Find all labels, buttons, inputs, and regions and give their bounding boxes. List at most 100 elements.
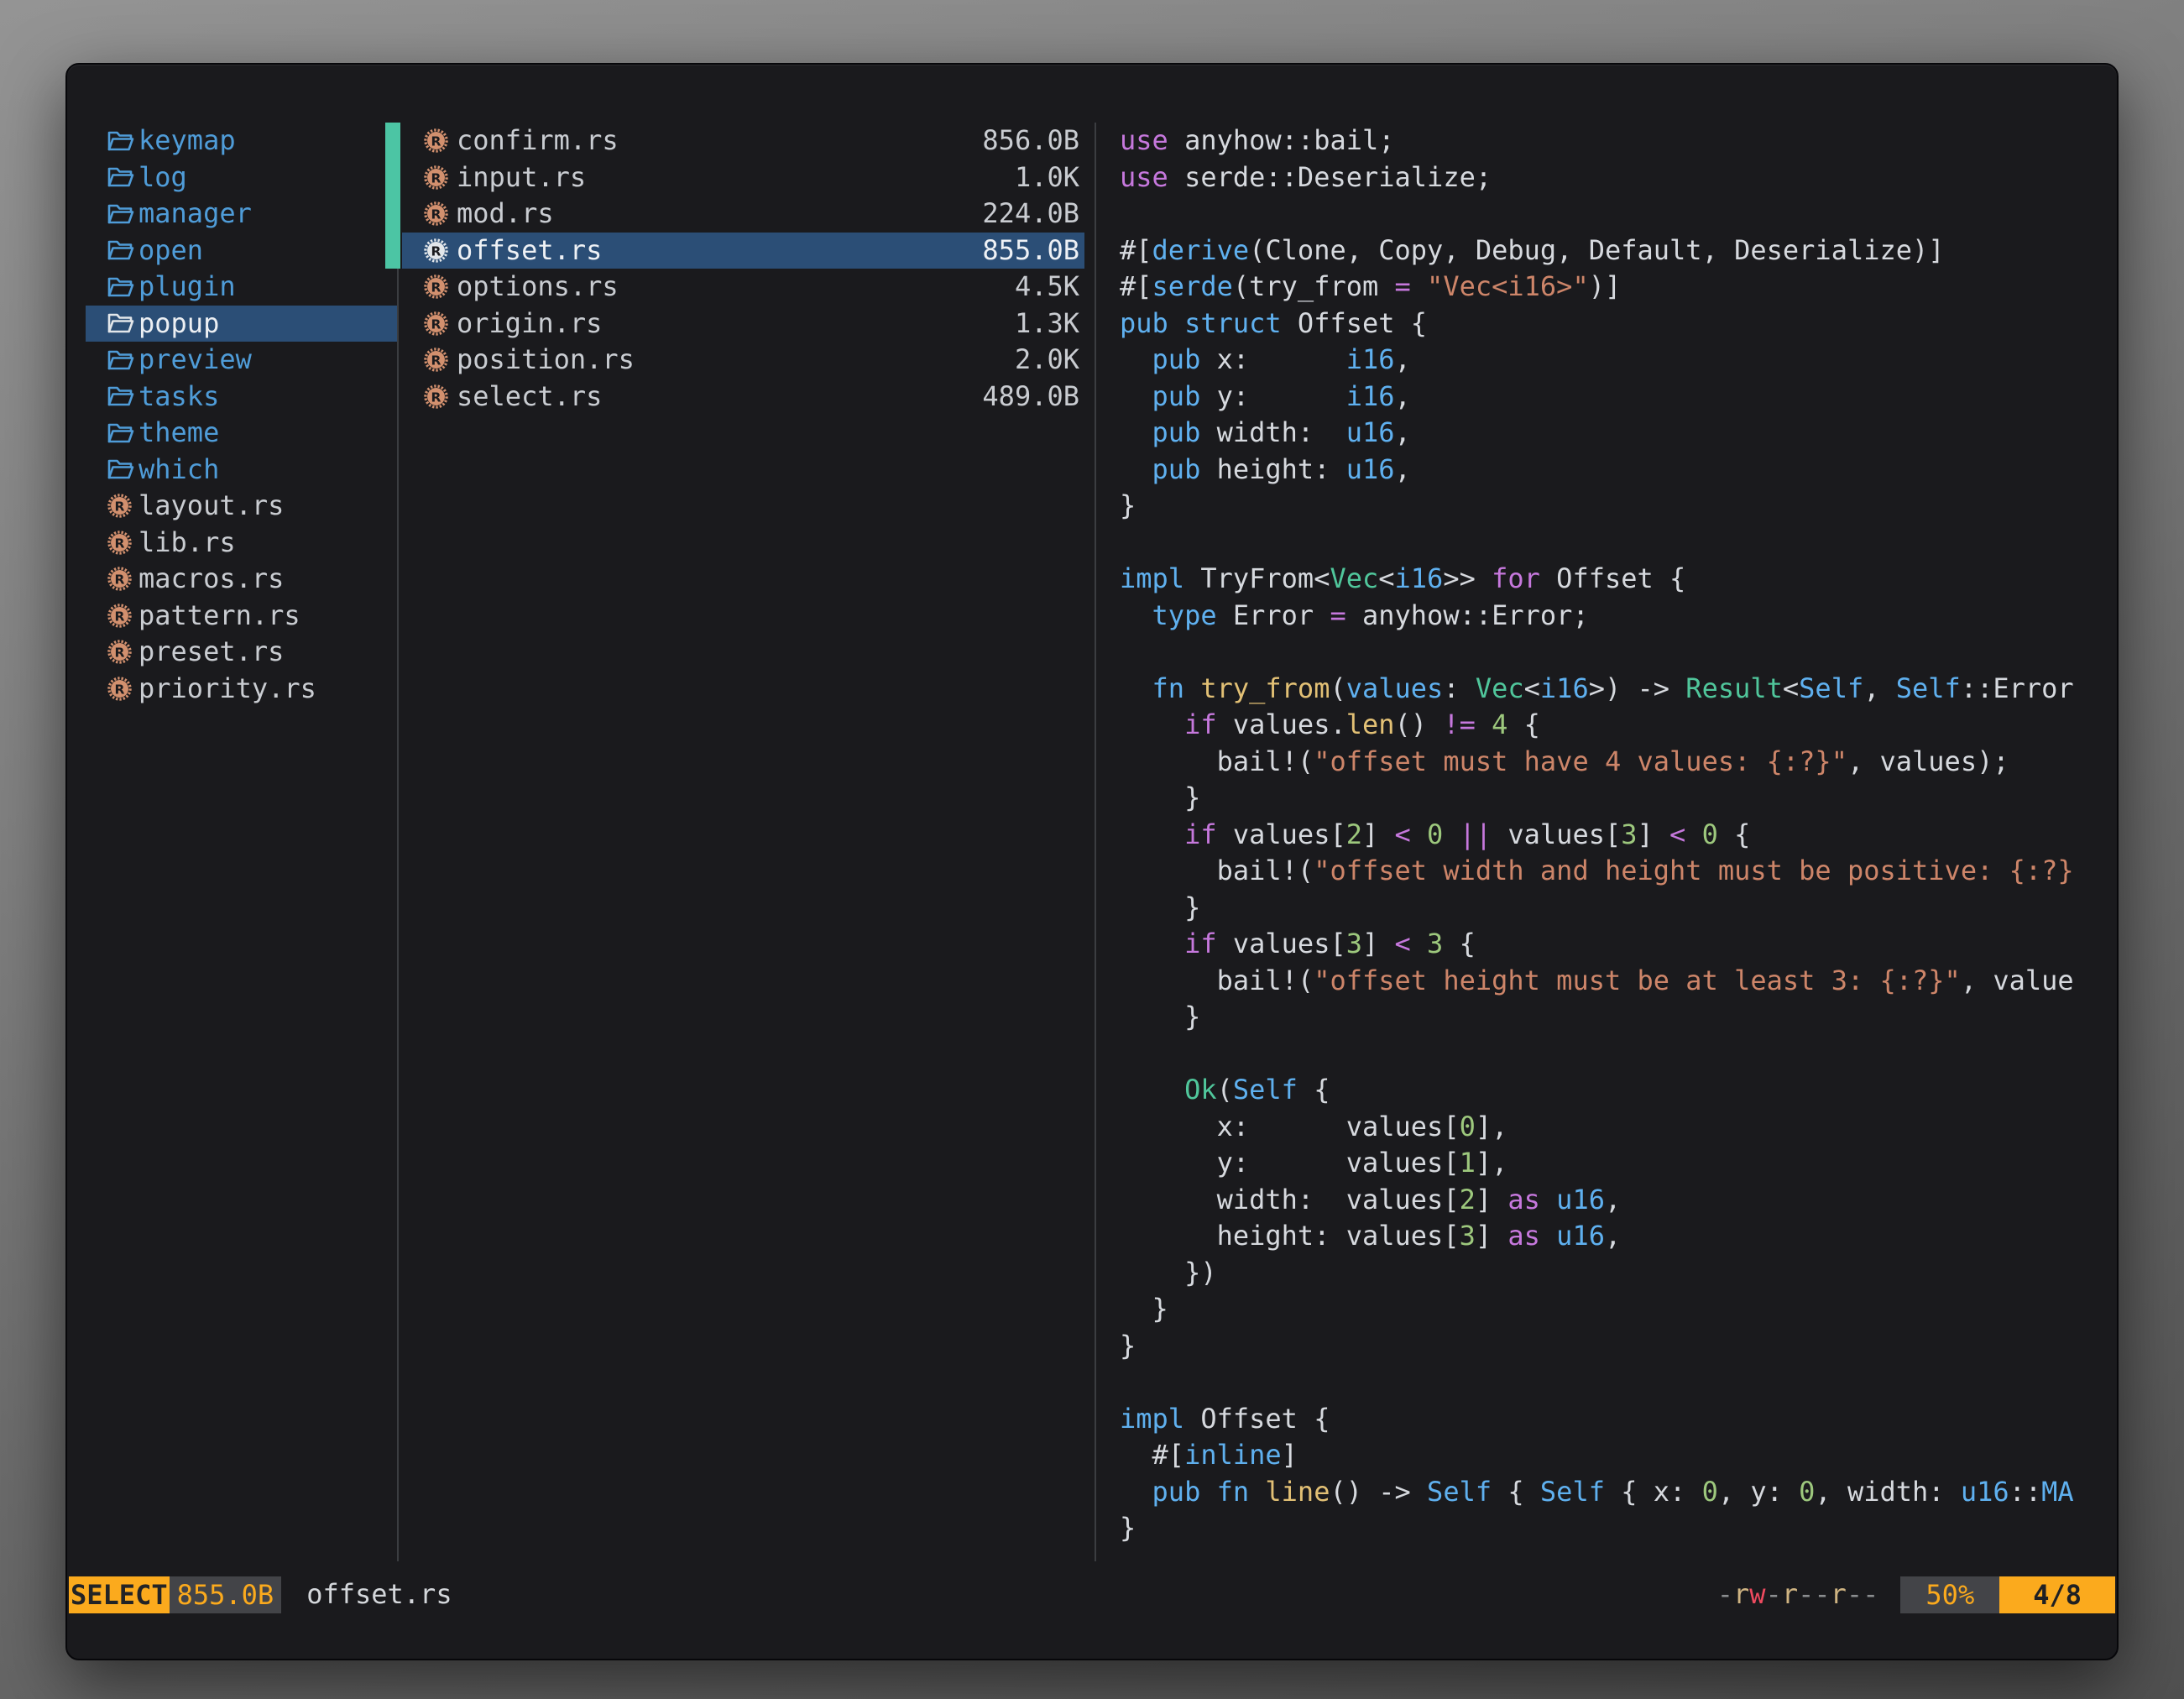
code-token: , bbox=[1395, 380, 1411, 412]
file-row-input-rs[interactable]: Rinput.rs1.0K bbox=[402, 159, 1084, 196]
file-row-offset-rs[interactable]: Roffset.rs855.0B bbox=[402, 233, 1084, 269]
rust-file-icon: R bbox=[107, 566, 137, 592]
code-line: width: values[2] as u16, bbox=[1120, 1182, 2117, 1219]
permission-char: r bbox=[1831, 1578, 1847, 1610]
file-row-origin-rs[interactable]: Rorigin.rs1.3K bbox=[402, 306, 1084, 342]
permission-char: r bbox=[1782, 1578, 1798, 1610]
parent-item-preset-rs[interactable]: Rpreset.rs bbox=[86, 634, 397, 671]
parent-item-label: open bbox=[138, 233, 203, 269]
code-token: < bbox=[1783, 672, 1799, 704]
folder-open-icon bbox=[107, 457, 137, 482]
code-token: 3 bbox=[1460, 1220, 1476, 1252]
parent-item-open[interactable]: open bbox=[86, 233, 397, 269]
permission-char: w bbox=[1749, 1578, 1765, 1610]
parent-item-popup[interactable]: popup bbox=[86, 306, 397, 342]
svg-text:R: R bbox=[431, 207, 442, 222]
code-token: (try_from bbox=[1233, 270, 1395, 302]
code-token: = bbox=[1395, 270, 1411, 302]
rust-file-icon: R bbox=[423, 238, 453, 264]
parent-item-label: preset.rs bbox=[138, 634, 284, 671]
parent-item-manager[interactable]: manager bbox=[86, 196, 397, 233]
parent-item-tasks[interactable]: tasks bbox=[86, 379, 397, 416]
code-token: fn bbox=[1152, 672, 1185, 704]
code-token: 0 bbox=[1460, 1111, 1476, 1142]
parent-item-macros-rs[interactable]: Rmacros.rs bbox=[86, 561, 397, 598]
code-token: , values); bbox=[1847, 745, 2009, 777]
code-token: 0 bbox=[1799, 1476, 1815, 1508]
code-token: , y: bbox=[1718, 1476, 1799, 1508]
code-line: bail!("offset must have 4 values: {:?}",… bbox=[1120, 744, 2117, 781]
code-token: values. bbox=[1217, 708, 1346, 740]
file-row-options-rs[interactable]: Roptions.rs4.5K bbox=[402, 269, 1084, 306]
parent-item-preview[interactable]: preview bbox=[86, 342, 397, 379]
code-token: i16 bbox=[1346, 343, 1395, 375]
code-line: } bbox=[1120, 1291, 2117, 1328]
code-line: if values.len() != 4 { bbox=[1120, 707, 2117, 744]
parent-item-plugin[interactable]: plugin bbox=[86, 269, 397, 306]
code-token: Ok bbox=[1184, 1074, 1217, 1106]
file-size: 1.3K bbox=[1015, 306, 1079, 342]
code-token: bail!( bbox=[1120, 745, 1314, 777]
code-token bbox=[1120, 672, 1152, 704]
parent-item-pattern-rs[interactable]: Rpattern.rs bbox=[86, 598, 397, 635]
selection-marker bbox=[385, 233, 400, 269]
code-token: line bbox=[1265, 1476, 1330, 1508]
rust-file-icon: R bbox=[423, 128, 453, 154]
code-line: fn try_from(values: Vec<i16>) -> Result<… bbox=[1120, 671, 2117, 708]
code-token: u16 bbox=[1961, 1476, 2009, 1508]
file-permissions: -rw-r--r-- bbox=[1717, 1576, 1879, 1613]
rust-file-icon: R bbox=[107, 493, 137, 519]
code-line bbox=[1120, 634, 2117, 671]
parent-item-theme[interactable]: theme bbox=[86, 415, 397, 452]
file-row-position-rs[interactable]: Rposition.rs2.0K bbox=[402, 342, 1084, 379]
code-token: { x: bbox=[1605, 1476, 1702, 1508]
permission-char: - bbox=[1847, 1578, 1863, 1610]
file-row-confirm-rs[interactable]: Rconfirm.rs856.0B bbox=[402, 123, 1084, 159]
parent-item-lib-rs[interactable]: Rlib.rs bbox=[86, 525, 397, 562]
code-token: < bbox=[1524, 672, 1540, 704]
rust-file-icon: R bbox=[423, 165, 453, 191]
code-token: != bbox=[1443, 708, 1476, 740]
code-token: < bbox=[1669, 818, 1685, 850]
file-row-mod-rs[interactable]: Rmod.rs224.0B bbox=[402, 196, 1084, 233]
code-line: } bbox=[1120, 890, 2117, 927]
svg-text:R: R bbox=[115, 536, 125, 551]
parent-item-label: plugin bbox=[138, 269, 236, 306]
parent-item-which[interactable]: which bbox=[86, 452, 397, 489]
code-line: } bbox=[1120, 1328, 2117, 1365]
code-token: try_from bbox=[1200, 672, 1330, 704]
code-token: pub struct bbox=[1120, 307, 1282, 339]
parent-item-keymap[interactable]: keymap bbox=[86, 123, 397, 159]
code-token: ] bbox=[1362, 818, 1395, 850]
code-token: MA bbox=[2041, 1476, 2074, 1508]
code-line: }) bbox=[1120, 1255, 2117, 1292]
code-line: Ok(Self { bbox=[1120, 1072, 2117, 1109]
code-token: pub bbox=[1152, 453, 1201, 485]
code-line bbox=[1120, 196, 2117, 233]
code-token: values[ bbox=[1217, 928, 1346, 959]
code-token: u16 bbox=[1556, 1184, 1605, 1215]
file-name: mod.rs bbox=[457, 196, 554, 233]
code-token: u16 bbox=[1346, 453, 1395, 485]
rust-file-icon: R bbox=[107, 676, 137, 702]
code-token: impl bbox=[1120, 562, 1184, 594]
parent-item-log[interactable]: log bbox=[86, 159, 397, 196]
file-row-select-rs[interactable]: Rselect.rs489.0B bbox=[402, 379, 1084, 416]
parent-item-priority-rs[interactable]: Rpriority.rs bbox=[86, 671, 397, 708]
code-token: : bbox=[1443, 672, 1476, 704]
code-line: pub x: i16, bbox=[1120, 342, 2117, 379]
folder-open-icon bbox=[107, 201, 137, 227]
code-line: } bbox=[1120, 780, 2117, 817]
code-token: () -> bbox=[1330, 1476, 1427, 1508]
code-token: { bbox=[1718, 818, 1751, 850]
code-token: pub fn bbox=[1152, 1476, 1250, 1508]
code-line: pub height: u16, bbox=[1120, 452, 2117, 489]
folder-open-icon bbox=[107, 238, 137, 263]
code-token: , bbox=[1395, 453, 1411, 485]
file-name: confirm.rs bbox=[457, 123, 619, 159]
parent-item-layout-rs[interactable]: Rlayout.rs bbox=[86, 488, 397, 525]
code-token: ( bbox=[1330, 672, 1345, 704]
file-size: 489.0B bbox=[982, 379, 1079, 416]
code-token: x: values[ bbox=[1120, 1111, 1460, 1142]
code-token: values[ bbox=[1217, 818, 1346, 850]
